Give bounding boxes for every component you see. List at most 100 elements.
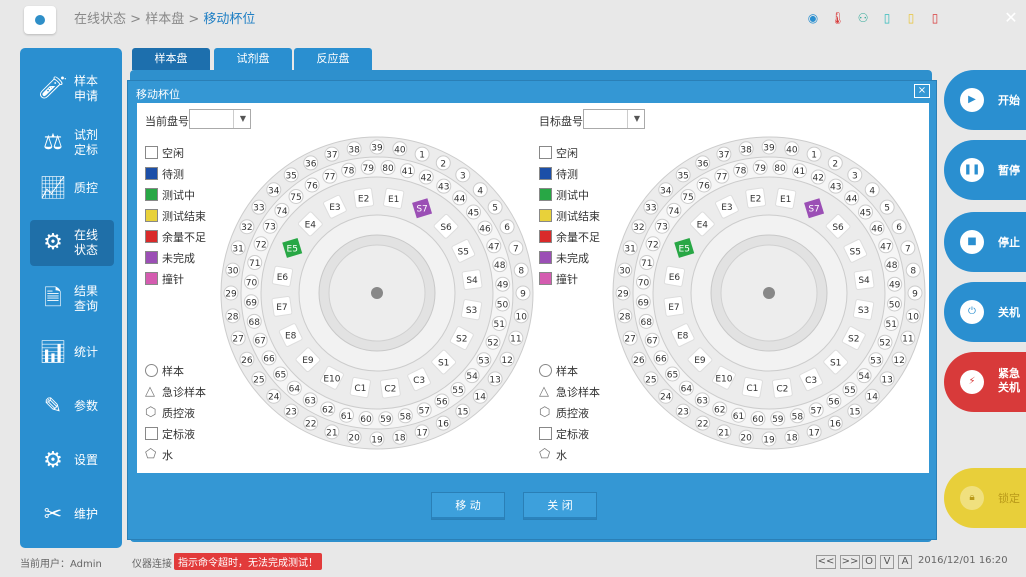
outer-position-29[interactable]: 29 bbox=[223, 285, 239, 301]
outer-position-31[interactable]: 31 bbox=[230, 240, 246, 256]
outer-position-14[interactable]: 14 bbox=[472, 388, 488, 404]
outer-position-11[interactable]: 11 bbox=[900, 330, 916, 346]
inner-position-E7[interactable]: E7 bbox=[663, 295, 685, 317]
tab-reagent-disk[interactable]: 试剂盘 bbox=[214, 48, 292, 70]
sidebar-item-2[interactable]: 📈︎ 质控 bbox=[30, 166, 114, 212]
middle-position-68[interactable]: 68 bbox=[246, 313, 262, 329]
middle-position-53[interactable]: 53 bbox=[476, 352, 492, 368]
middle-position-76[interactable]: 76 bbox=[304, 177, 320, 193]
outer-position-24[interactable]: 24 bbox=[266, 388, 282, 404]
outer-position-35[interactable]: 35 bbox=[675, 167, 691, 183]
outer-position-31[interactable]: 31 bbox=[622, 240, 638, 256]
inner-position-E6[interactable]: E6 bbox=[663, 265, 686, 287]
middle-position-79[interactable]: 79 bbox=[752, 159, 768, 175]
first-page-button[interactable]: << bbox=[816, 555, 836, 569]
middle-position-76[interactable]: 76 bbox=[696, 177, 712, 193]
outer-position-39[interactable]: 39 bbox=[369, 139, 385, 155]
middle-position-52[interactable]: 52 bbox=[485, 334, 501, 350]
middle-position-71[interactable]: 71 bbox=[247, 255, 263, 271]
current-disk-select[interactable] bbox=[189, 109, 251, 129]
outer-position-15[interactable]: 15 bbox=[847, 403, 863, 419]
outer-position-40[interactable]: 40 bbox=[784, 141, 800, 157]
outer-position-18[interactable]: 18 bbox=[784, 429, 800, 445]
middle-position-54[interactable]: 54 bbox=[464, 368, 480, 384]
outer-position-9[interactable]: 9 bbox=[515, 285, 531, 301]
inner-position-C1[interactable]: C1 bbox=[349, 376, 371, 399]
middle-position-66[interactable]: 66 bbox=[653, 350, 669, 366]
outer-position-32[interactable]: 32 bbox=[239, 219, 255, 235]
outer-position-13[interactable]: 13 bbox=[879, 371, 895, 387]
inner-position-S3[interactable]: S3 bbox=[852, 299, 875, 321]
middle-position-67[interactable]: 67 bbox=[252, 332, 268, 348]
middle-position-43[interactable]: 43 bbox=[828, 178, 844, 194]
middle-position-65[interactable]: 65 bbox=[664, 366, 680, 382]
outer-position-26[interactable]: 26 bbox=[239, 351, 255, 367]
outer-position-16[interactable]: 16 bbox=[827, 415, 843, 431]
outer-position-21[interactable]: 21 bbox=[716, 424, 732, 440]
outer-position-25[interactable]: 25 bbox=[251, 371, 267, 387]
outer-position-10[interactable]: 10 bbox=[905, 308, 921, 324]
outer-position-36[interactable]: 36 bbox=[303, 155, 319, 171]
middle-position-45[interactable]: 45 bbox=[466, 204, 482, 220]
middle-position-80[interactable]: 80 bbox=[772, 159, 788, 175]
outer-position-21[interactable]: 21 bbox=[324, 424, 340, 440]
sidebar-item-5[interactable]: 📊︎ 统计 bbox=[30, 330, 114, 376]
outer-position-17[interactable]: 17 bbox=[414, 424, 430, 440]
middle-position-42[interactable]: 42 bbox=[810, 169, 826, 185]
outer-position-23[interactable]: 23 bbox=[675, 403, 691, 419]
outer-position-16[interactable]: 16 bbox=[435, 415, 451, 431]
outer-position-26[interactable]: 26 bbox=[631, 351, 647, 367]
tab-sample-disk[interactable]: 样本盘 bbox=[132, 48, 210, 70]
outer-position-23[interactable]: 23 bbox=[283, 403, 299, 419]
nav-o-button[interactable]: O bbox=[862, 555, 876, 569]
inner-position-C2[interactable]: C2 bbox=[379, 377, 401, 399]
outer-position-20[interactable]: 20 bbox=[346, 429, 362, 445]
middle-position-50[interactable]: 50 bbox=[887, 296, 903, 312]
middle-position-49[interactable]: 49 bbox=[495, 276, 511, 292]
outer-position-13[interactable]: 13 bbox=[487, 371, 503, 387]
outer-position-34[interactable]: 34 bbox=[266, 182, 282, 198]
middle-position-68[interactable]: 68 bbox=[638, 313, 654, 329]
outer-position-14[interactable]: 14 bbox=[864, 388, 880, 404]
outer-position-6[interactable]: 6 bbox=[499, 219, 515, 235]
middle-position-48[interactable]: 48 bbox=[884, 257, 900, 273]
pause-button[interactable]: ❚❚ 暂停 bbox=[944, 140, 1026, 200]
outer-position-22[interactable]: 22 bbox=[303, 415, 319, 431]
sidebar-item-8[interactable]: ✂︎ 维护 bbox=[30, 492, 114, 538]
inner-position-C2[interactable]: C2 bbox=[771, 377, 793, 399]
inner-position-E2[interactable]: E2 bbox=[745, 187, 767, 209]
middle-position-73[interactable]: 73 bbox=[262, 218, 278, 234]
middle-position-46[interactable]: 46 bbox=[869, 220, 885, 236]
stop-button[interactable]: ■ 停止 bbox=[944, 212, 1026, 272]
outer-position-17[interactable]: 17 bbox=[806, 424, 822, 440]
outer-position-40[interactable]: 40 bbox=[392, 141, 408, 157]
outer-position-12[interactable]: 12 bbox=[891, 351, 907, 367]
sidebar-item-0[interactable]: 🧪︎ 样本 申请 bbox=[30, 66, 114, 112]
outer-position-7[interactable]: 7 bbox=[900, 240, 916, 256]
middle-position-57[interactable]: 57 bbox=[416, 402, 432, 418]
outer-position-34[interactable]: 34 bbox=[658, 182, 674, 198]
outer-position-38[interactable]: 38 bbox=[738, 141, 754, 157]
middle-position-67[interactable]: 67 bbox=[644, 332, 660, 348]
outer-position-2[interactable]: 2 bbox=[827, 155, 843, 171]
middle-position-48[interactable]: 48 bbox=[492, 257, 508, 273]
middle-position-64[interactable]: 64 bbox=[678, 380, 694, 396]
middle-position-70[interactable]: 70 bbox=[635, 274, 651, 290]
move-button[interactable]: 移 动 bbox=[431, 492, 505, 520]
outer-position-39[interactable]: 39 bbox=[761, 139, 777, 155]
middle-position-59[interactable]: 59 bbox=[770, 411, 786, 427]
outer-position-27[interactable]: 27 bbox=[622, 330, 638, 346]
outer-position-8[interactable]: 8 bbox=[513, 262, 529, 278]
middle-position-50[interactable]: 50 bbox=[495, 296, 511, 312]
middle-position-79[interactable]: 79 bbox=[360, 159, 376, 175]
middle-position-63[interactable]: 63 bbox=[302, 392, 318, 408]
outer-position-37[interactable]: 37 bbox=[324, 146, 340, 162]
outer-position-5[interactable]: 5 bbox=[487, 199, 503, 215]
middle-position-78[interactable]: 78 bbox=[341, 162, 357, 178]
inner-position-C1[interactable]: C1 bbox=[741, 376, 763, 399]
outer-position-11[interactable]: 11 bbox=[508, 330, 524, 346]
sidebar-item-3[interactable]: ⚙︎ 在线 状态 bbox=[30, 220, 114, 266]
middle-position-69[interactable]: 69 bbox=[243, 294, 259, 310]
inner-position-E2[interactable]: E2 bbox=[353, 187, 375, 209]
middle-position-75[interactable]: 75 bbox=[288, 188, 304, 204]
